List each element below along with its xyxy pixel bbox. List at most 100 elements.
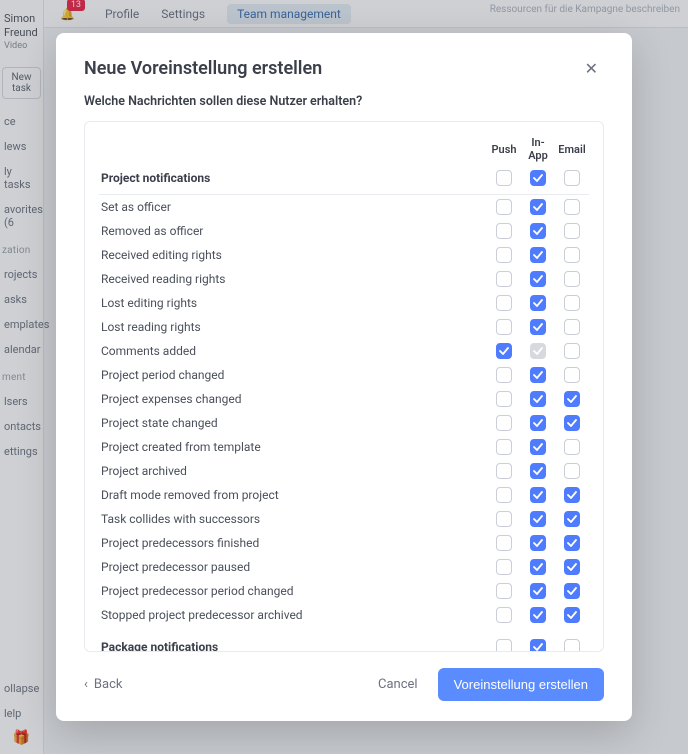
- checkbox[interactable]: [530, 487, 546, 503]
- table-row: Project expenses changed: [99, 387, 589, 411]
- checkbox[interactable]: [530, 199, 546, 215]
- checkbox[interactable]: [496, 223, 512, 239]
- checkbox[interactable]: [564, 583, 580, 599]
- checkbox[interactable]: [564, 487, 580, 503]
- row-label: Lost reading rights: [99, 315, 487, 339]
- row-label: Task collides with successors: [99, 507, 487, 531]
- checkbox[interactable]: [564, 367, 580, 383]
- back-button[interactable]: ‹ Back: [84, 677, 122, 692]
- checkbox[interactable]: [496, 535, 512, 551]
- checkbox[interactable]: [530, 367, 546, 383]
- checkbox[interactable]: [496, 343, 512, 359]
- checkbox[interactable]: [530, 247, 546, 263]
- checkbox[interactable]: [496, 319, 512, 335]
- checkbox[interactable]: [530, 295, 546, 311]
- checkbox[interactable]: [564, 343, 580, 359]
- row-label: Project archived: [99, 459, 487, 483]
- checkbox[interactable]: [496, 367, 512, 383]
- table-row: Received reading rights: [99, 267, 589, 291]
- checkbox[interactable]: [564, 463, 580, 479]
- row-label: Lost editing rights: [99, 291, 487, 315]
- table-row: Comments added: [99, 339, 589, 363]
- chevron-left-icon: ‹: [84, 677, 88, 692]
- checkbox[interactable]: [496, 439, 512, 455]
- modal-body: Push In-App Email Project notificationsS…: [84, 121, 604, 652]
- row-label: Project state changed: [99, 411, 487, 435]
- checkbox[interactable]: [530, 463, 546, 479]
- table-row: Project predecessor paused: [99, 555, 589, 579]
- row-label: Project period changed: [99, 363, 487, 387]
- row-label: Draft mode removed from project: [99, 483, 487, 507]
- col-inapp: In-App: [521, 132, 555, 168]
- table-row: Project predecessor period changed: [99, 579, 589, 603]
- row-label: Stopped project predecessor archived: [99, 603, 487, 627]
- checkbox[interactable]: [564, 319, 580, 335]
- checkbox[interactable]: [564, 559, 580, 575]
- table-row: Stopped project predecessor archived: [99, 603, 589, 627]
- checkbox[interactable]: [530, 271, 546, 287]
- table-row: Project state changed: [99, 411, 589, 435]
- checkbox[interactable]: [496, 199, 512, 215]
- table-row: Removed as officer: [99, 219, 589, 243]
- checkbox[interactable]: [496, 295, 512, 311]
- section-title: Package notifications: [99, 627, 487, 652]
- table-row: Project period changed: [99, 363, 589, 387]
- checkbox[interactable]: [530, 415, 546, 431]
- checkbox[interactable]: [496, 463, 512, 479]
- checkbox[interactable]: [530, 639, 546, 652]
- checkbox[interactable]: [564, 170, 580, 186]
- checkbox[interactable]: [530, 511, 546, 527]
- row-label: Project expenses changed: [99, 387, 487, 411]
- checkbox[interactable]: [564, 639, 580, 652]
- checkbox[interactable]: [496, 247, 512, 263]
- col-push: Push: [487, 132, 521, 168]
- checkbox[interactable]: [530, 439, 546, 455]
- checkbox[interactable]: [564, 271, 580, 287]
- table-row: Draft mode removed from project: [99, 483, 589, 507]
- row-label: Received editing rights: [99, 243, 487, 267]
- checkbox[interactable]: [496, 487, 512, 503]
- row-label: Received reading rights: [99, 267, 487, 291]
- checkbox[interactable]: [530, 583, 546, 599]
- checkbox[interactable]: [530, 559, 546, 575]
- submit-button[interactable]: Voreinstellung erstellen: [438, 668, 604, 701]
- checkbox[interactable]: [564, 247, 580, 263]
- checkbox[interactable]: [564, 511, 580, 527]
- checkbox[interactable]: [530, 319, 546, 335]
- checkbox[interactable]: [564, 199, 580, 215]
- checkbox[interactable]: [496, 271, 512, 287]
- checkbox[interactable]: [564, 607, 580, 623]
- checkbox[interactable]: [564, 439, 580, 455]
- notification-table: Push In-App Email Project notificationsS…: [99, 132, 589, 652]
- checkbox[interactable]: [496, 415, 512, 431]
- checkbox[interactable]: [564, 415, 580, 431]
- checkbox[interactable]: [496, 607, 512, 623]
- checkbox[interactable]: [530, 170, 546, 186]
- checkbox[interactable]: [564, 535, 580, 551]
- checkbox[interactable]: [530, 223, 546, 239]
- checkbox[interactable]: [564, 391, 580, 407]
- checkbox[interactable]: [496, 583, 512, 599]
- row-label: Comments added: [99, 339, 487, 363]
- checkbox[interactable]: [496, 639, 512, 652]
- checkbox[interactable]: [496, 170, 512, 186]
- checkbox[interactable]: [564, 295, 580, 311]
- table-row: Project created from template: [99, 435, 589, 459]
- row-label: Project created from template: [99, 435, 487, 459]
- row-label: Project predecessors finished: [99, 531, 487, 555]
- checkbox[interactable]: [496, 511, 512, 527]
- checkbox[interactable]: [530, 391, 546, 407]
- table-row: Set as officer: [99, 195, 589, 219]
- checkbox[interactable]: [496, 559, 512, 575]
- checkbox[interactable]: [530, 607, 546, 623]
- table-row: Project predecessors finished: [99, 531, 589, 555]
- checkbox[interactable]: [496, 391, 512, 407]
- close-icon[interactable]: ✕: [579, 55, 604, 82]
- cancel-button[interactable]: Cancel: [378, 677, 418, 692]
- modal-subtitle: Welche Nachrichten sollen diese Nutzer e…: [56, 92, 632, 121]
- checkbox[interactable]: [564, 223, 580, 239]
- table-row: Project archived: [99, 459, 589, 483]
- section-title: Project notifications: [99, 168, 487, 195]
- row-label: Project predecessor period changed: [99, 579, 487, 603]
- checkbox[interactable]: [530, 535, 546, 551]
